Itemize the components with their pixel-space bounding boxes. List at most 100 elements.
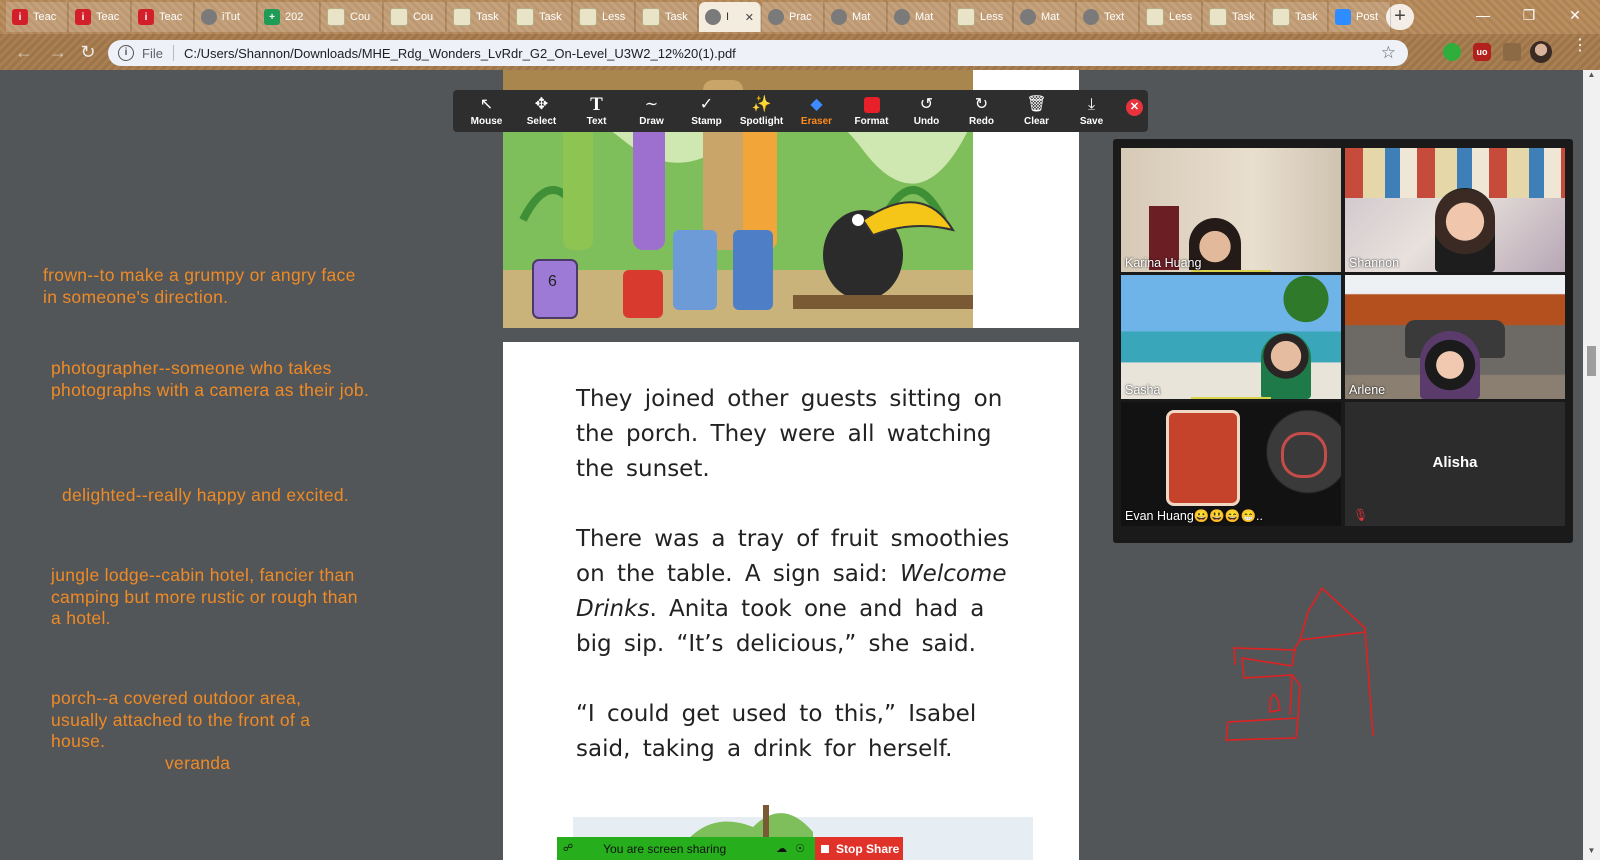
browser-tab[interactable]: +202 bbox=[258, 2, 320, 32]
tool-label: Text bbox=[586, 116, 607, 127]
video-gallery-panel: Karina Huang Shannon Sasha Arlene Evan H… bbox=[1113, 139, 1573, 543]
browser-tab[interactable]: Task bbox=[636, 2, 698, 32]
doc-person-icon bbox=[1209, 8, 1227, 26]
participant-name: Evan Huang😀😃😄😁.. bbox=[1125, 509, 1264, 523]
format-red-square-icon bbox=[844, 94, 899, 116]
forward-button[interactable]: → bbox=[46, 40, 70, 64]
tool-label: Redo bbox=[969, 116, 994, 127]
tab-label: Task bbox=[476, 11, 499, 23]
extension-green-icon[interactable] bbox=[1443, 43, 1461, 61]
browser-tab[interactable]: i Teac bbox=[69, 2, 131, 32]
tool-eraser[interactable]: ◆ Eraser bbox=[789, 90, 844, 132]
browser-tab[interactable]: Cou bbox=[384, 2, 446, 32]
profile-avatar[interactable] bbox=[1530, 41, 1552, 63]
info-icon[interactable]: i bbox=[118, 45, 134, 61]
browser-tab[interactable]: iTut bbox=[195, 2, 257, 32]
tool-label: Eraser bbox=[800, 116, 833, 127]
browser-tab[interactable]: Task bbox=[1203, 2, 1265, 32]
tool-undo[interactable]: ↺ Undo bbox=[899, 90, 954, 132]
puzzle-extension-icon[interactable] bbox=[1503, 43, 1521, 61]
browser-tab[interactable]: I ✕ bbox=[699, 2, 761, 32]
note-jungle-lodge: jungle lodge--cabin hotel, fancier than … bbox=[51, 565, 358, 628]
browser-tab[interactable]: Task bbox=[447, 2, 509, 32]
browser-tab[interactable]: Less bbox=[951, 2, 1013, 32]
tool-redo[interactable]: ↻ Redo bbox=[954, 90, 1009, 132]
browser-tab[interactable]: Mat bbox=[825, 2, 887, 32]
menu-dots-icon[interactable]: ⋮ bbox=[1572, 38, 1588, 61]
reload-button[interactable]: ↻ bbox=[76, 40, 100, 64]
tool-label: Select bbox=[526, 116, 557, 127]
browser-tab[interactable]: Mat bbox=[1014, 2, 1076, 32]
page-scrollbar[interactable]: ▲ ▼ bbox=[1583, 70, 1600, 860]
scroll-down-arrow-icon[interactable]: ▼ bbox=[1583, 846, 1600, 860]
browser-tab[interactable]: i Teac bbox=[132, 2, 194, 32]
browser-tab[interactable]: Post bbox=[1329, 2, 1391, 32]
tool-label: Format bbox=[854, 116, 889, 127]
screen-share-bar[interactable]: ☍ You are screen sharing ☁ ☉ bbox=[557, 837, 815, 860]
undo-icon: ↺ bbox=[919, 96, 934, 113]
save-download-icon: ⤓ bbox=[1087, 96, 1096, 113]
stamp-check-icon: ✓ bbox=[699, 96, 714, 113]
browser-tab[interactable]: Less bbox=[573, 2, 635, 32]
video-tile-sasha[interactable]: Sasha bbox=[1121, 275, 1341, 399]
tool-label: Spotlight bbox=[739, 116, 784, 127]
doc-person-icon bbox=[453, 8, 471, 26]
tab-close-icon[interactable]: ✕ bbox=[745, 11, 754, 24]
address-bar[interactable]: i File C:/Users/Shannon/Downloads/MHE_Rd… bbox=[108, 40, 1408, 66]
tool-stamp[interactable]: ✓ Stamp bbox=[679, 90, 734, 132]
browser-tab[interactable]: Text bbox=[1077, 2, 1139, 32]
tab-label: Mat bbox=[1041, 11, 1060, 23]
video-tile-shannon[interactable]: Shannon bbox=[1345, 148, 1565, 272]
scroll-up-arrow-icon[interactable]: ▲ bbox=[1583, 70, 1600, 84]
tool-clear[interactable]: 🗑 Clear bbox=[1009, 90, 1064, 132]
spotlight-wand-icon: ✨ bbox=[751, 96, 772, 113]
browser-tab[interactable]: Cou bbox=[321, 2, 383, 32]
bookmark-star-icon[interactable]: ☆ bbox=[1381, 43, 1396, 63]
tool-draw[interactable]: ∼ Draw bbox=[624, 90, 679, 132]
tool-mouse[interactable]: ↖ Mouse bbox=[459, 90, 514, 132]
stop-square-icon bbox=[821, 844, 829, 853]
tab-label: Less bbox=[1169, 11, 1193, 23]
browser-tab[interactable]: Task bbox=[1266, 2, 1328, 32]
restore-button[interactable]: ❐ bbox=[1506, 0, 1552, 30]
tool-text[interactable]: T Text bbox=[569, 90, 624, 132]
browser-tab[interactable]: Less bbox=[1140, 2, 1202, 32]
tool-label: Clear bbox=[1023, 116, 1049, 127]
muted-mic-icon: 🎙 bbox=[1353, 508, 1369, 522]
minimize-button[interactable]: — bbox=[1460, 0, 1506, 30]
globe-icon bbox=[768, 9, 784, 25]
close-toolbar-button[interactable]: ✕ bbox=[1126, 99, 1143, 116]
back-button[interactable]: ← bbox=[12, 40, 36, 64]
browser-tab[interactable]: Task bbox=[510, 2, 572, 32]
tool-spotlight[interactable]: ✨ Spotlight bbox=[734, 90, 789, 132]
tab-label: Teac bbox=[96, 11, 120, 23]
scheme-label: File bbox=[142, 45, 163, 61]
window-close-button[interactable]: ✕ bbox=[1552, 0, 1598, 30]
participant-name: Arlene bbox=[1349, 383, 1386, 397]
url-text[interactable]: C:/Users/Shannon/Downloads/MHE_Rdg_Wonde… bbox=[184, 46, 736, 61]
scrollbar-thumb[interactable] bbox=[1587, 346, 1596, 376]
speaking-indicator bbox=[1191, 270, 1271, 272]
stop-share-button[interactable]: Stop Share bbox=[815, 837, 903, 860]
doc-person-icon bbox=[642, 8, 660, 26]
video-tile-alisha[interactable]: Alisha 🎙 bbox=[1345, 402, 1565, 526]
tab-strip: + — ❐ ✕ i Teac i Teac i Teac iTut +202 Cou Cou Tas… bbox=[0, 0, 1600, 34]
tool-format[interactable]: Format bbox=[844, 90, 899, 132]
redo-icon: ↻ bbox=[974, 96, 989, 113]
browser-tab[interactable]: i Teac bbox=[6, 2, 68, 32]
tab-label: Task bbox=[1232, 11, 1255, 23]
video-tile-evan[interactable]: Evan Huang😀😃😄😁.. bbox=[1121, 402, 1341, 526]
browser-tab[interactable]: Prac bbox=[762, 2, 824, 32]
tab-label: Prac bbox=[789, 11, 812, 23]
ublock-icon[interactable]: uo bbox=[1473, 43, 1491, 61]
globe-icon bbox=[831, 9, 847, 25]
video-tile-arlene[interactable]: Arlene bbox=[1345, 275, 1565, 399]
tool-save[interactable]: ⤓ Save bbox=[1064, 90, 1119, 132]
grip-icon[interactable]: ☍ bbox=[563, 843, 573, 854]
game-character-image bbox=[1166, 410, 1240, 506]
tool-select[interactable]: ✥ Select bbox=[514, 90, 569, 132]
browser-tab[interactable]: Mat bbox=[888, 2, 950, 32]
video-tile-karina[interactable]: Karina Huang bbox=[1121, 148, 1341, 272]
zoom-icon bbox=[1335, 9, 1351, 25]
i-logo-icon: i bbox=[138, 9, 154, 25]
